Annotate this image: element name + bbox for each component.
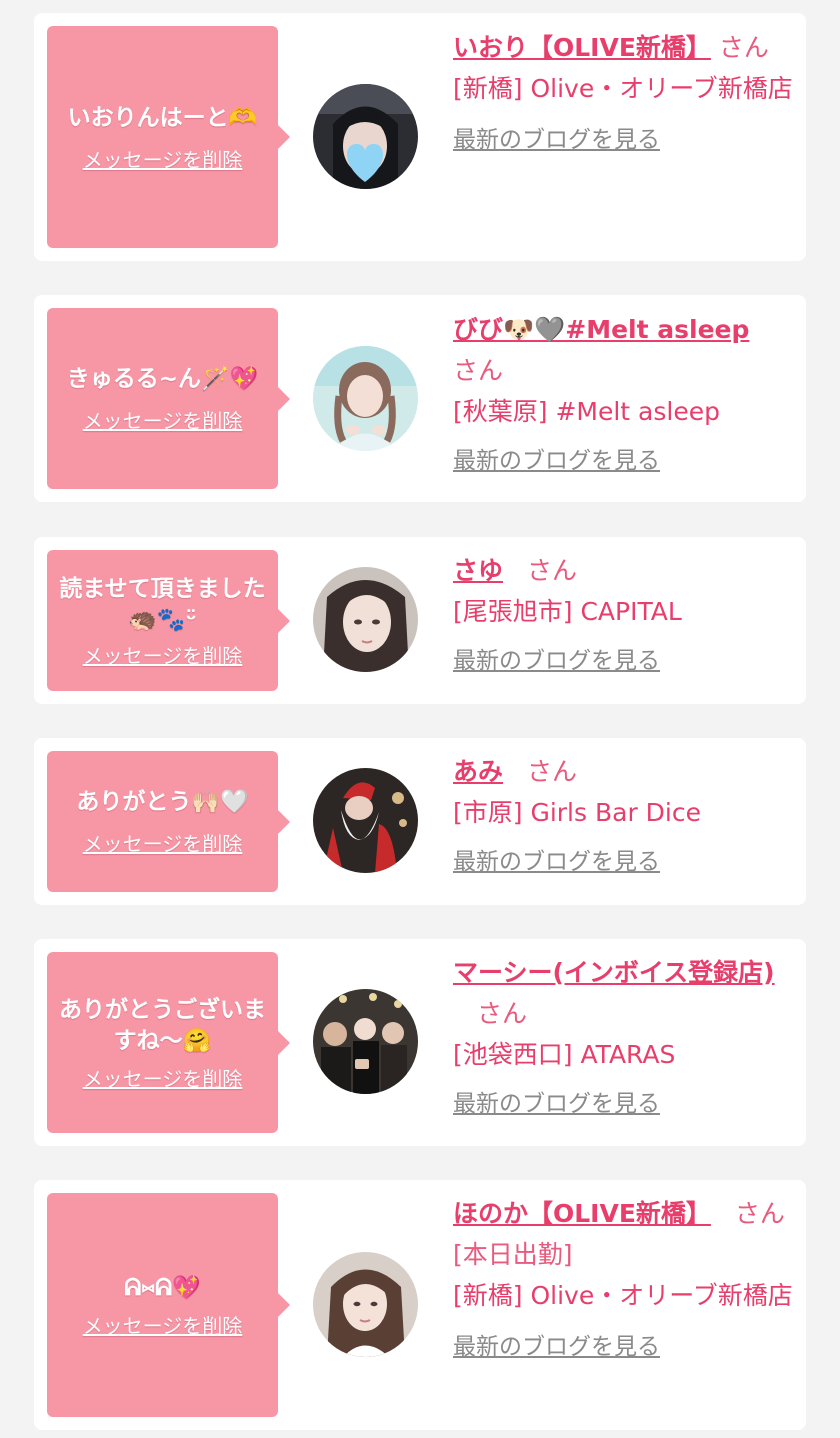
message-list: いおりんはーと🫶 メッセージを削除 いおり【OLIVE新橋】 さん [新橋] Ol… [0,0,840,1438]
message-text: 読ませて頂きました🦔🐾ᵕ̈ [59,575,266,633]
delete-message-link[interactable]: メッセージを削除 [83,1314,243,1338]
honorific: さん [527,757,578,786]
member-name-link[interactable]: びび🐶🩶#Melt asleep [453,315,749,344]
group-photo-avatar[interactable] [313,989,418,1094]
latest-blog-link[interactable]: 最新のブログを見る [453,847,660,877]
delete-message-link[interactable]: メッセージを削除 [83,148,243,172]
delete-message-link[interactable]: メッセージを削除 [83,1067,243,1091]
girl-long-hair-avatar[interactable] [313,1252,418,1357]
latest-blog-link[interactable]: 最新のブログを見る [453,1332,660,1362]
message-card: 読ませて頂きました🦔🐾ᵕ̈ メッセージを削除 さゆ さん [尾張旭市] CAPIT… [34,537,806,704]
member-name-link[interactable]: あみ [453,757,503,786]
santa-costume-avatar[interactable] [313,768,418,873]
honorific: さん [527,556,578,585]
delete-message-link[interactable]: メッセージを削除 [83,644,243,668]
message-card: ありがとうございますね～🤗 メッセージを削除 マーシー(インボイス登録店) さん [34,939,806,1146]
delete-message-link[interactable]: メッセージを削除 [83,409,243,433]
shop-name: [新橋] Olive・オリーブ新橋店 [453,1281,793,1310]
shop-name: [秋葉原] #Melt asleep [453,397,720,426]
latest-blog-link[interactable]: 最新のブログを見る [453,125,660,155]
message-bubble: ありがとう🙌🏻🤍 メッセージを削除 [47,751,290,892]
message-bubble: ᕱ⑅ᕱ💖 メッセージを削除 [47,1193,290,1417]
member-name-link[interactable]: マーシー(インボイス登録店) [453,958,775,987]
member-info: あみ さん [市原] Girls Bar Dice 最新のブログを見る [453,751,793,877]
latest-blog-link[interactable]: 最新のブログを見る [453,446,660,476]
message-card: きゅるる~ん🪄💖 メッセージを削除 びび🐶🩶#Melt asleep さん [秋葉… [34,295,806,502]
girl-with-blue-heart-avatar[interactable] [313,84,418,189]
message-card: いおりんはーと🫶 メッセージを削除 いおり【OLIVE新橋】 さん [新橋] Ol… [34,13,806,261]
delete-message-link[interactable]: メッセージを削除 [83,832,243,856]
member-info: マーシー(インボイス登録店) さん [池袋西口] ATARAS 最新のブログを見る [453,952,793,1119]
member-name-link[interactable]: ほのか【OLIVE新橋】 [453,1199,711,1228]
member-name-link[interactable]: いおり【OLIVE新橋】 [453,33,711,62]
member-info: さゆ さん [尾張旭市] CAPITAL 最新のブログを見る [453,550,793,676]
latest-blog-link[interactable]: 最新のブログを見る [453,1089,660,1119]
message-text: きゅるる~ん🪄💖 [66,366,259,392]
message-text: ᕱ⑅ᕱ💖 [124,1274,201,1301]
member-name-link[interactable]: さゆ [453,556,503,585]
message-card: ありがとう🙌🏻🤍 メッセージを削除 あみ さん [市原] Girls Bar Di… [34,738,806,905]
shop-name: [池袋西口] ATARAS [453,1040,676,1069]
message-bubble: ありがとうございますね～🤗 メッセージを削除 [47,952,290,1133]
member-info: ほのか【OLIVE新橋】 さん[本日出勤] [新橋] Olive・オリーブ新橋店 … [453,1193,793,1362]
message-bubble: きゅるる~ん🪄💖 メッセージを削除 [47,308,290,489]
girl-with-braids-avatar[interactable] [313,346,418,451]
member-info: びび🐶🩶#Melt asleep さん [秋葉原] #Melt asleep 最新… [453,309,793,476]
message-bubble: 読ませて頂きました🦔🐾ᵕ̈ メッセージを削除 [47,550,290,691]
latest-blog-link[interactable]: 最新のブログを見る [453,646,660,676]
shop-name: [市原] Girls Bar Dice [453,798,701,827]
shop-name: [尾張旭市] CAPITAL [453,597,682,626]
message-text: いおりんはーと🫶 [67,104,258,131]
honorific: さん [477,999,528,1028]
message-bubble: いおりんはーと🫶 メッセージを削除 [47,26,290,248]
honorific: さん [453,356,504,385]
shop-name: [新橋] Olive・オリーブ新橋店 [453,74,793,103]
girl-portrait-avatar[interactable] [313,567,418,672]
member-info: いおり【OLIVE新橋】 さん [新橋] Olive・オリーブ新橋店 最新のブログ… [453,27,793,155]
message-text: ありがとうございますね～🤗 [59,996,266,1054]
message-text: ありがとう🙌🏻🤍 [76,789,249,815]
honorific: さん [718,33,769,62]
message-card: ᕱ⑅ᕱ💖 メッセージを削除 ほのか【OLIVE新橋】 さん[本日出勤] [新橋] … [34,1180,806,1430]
